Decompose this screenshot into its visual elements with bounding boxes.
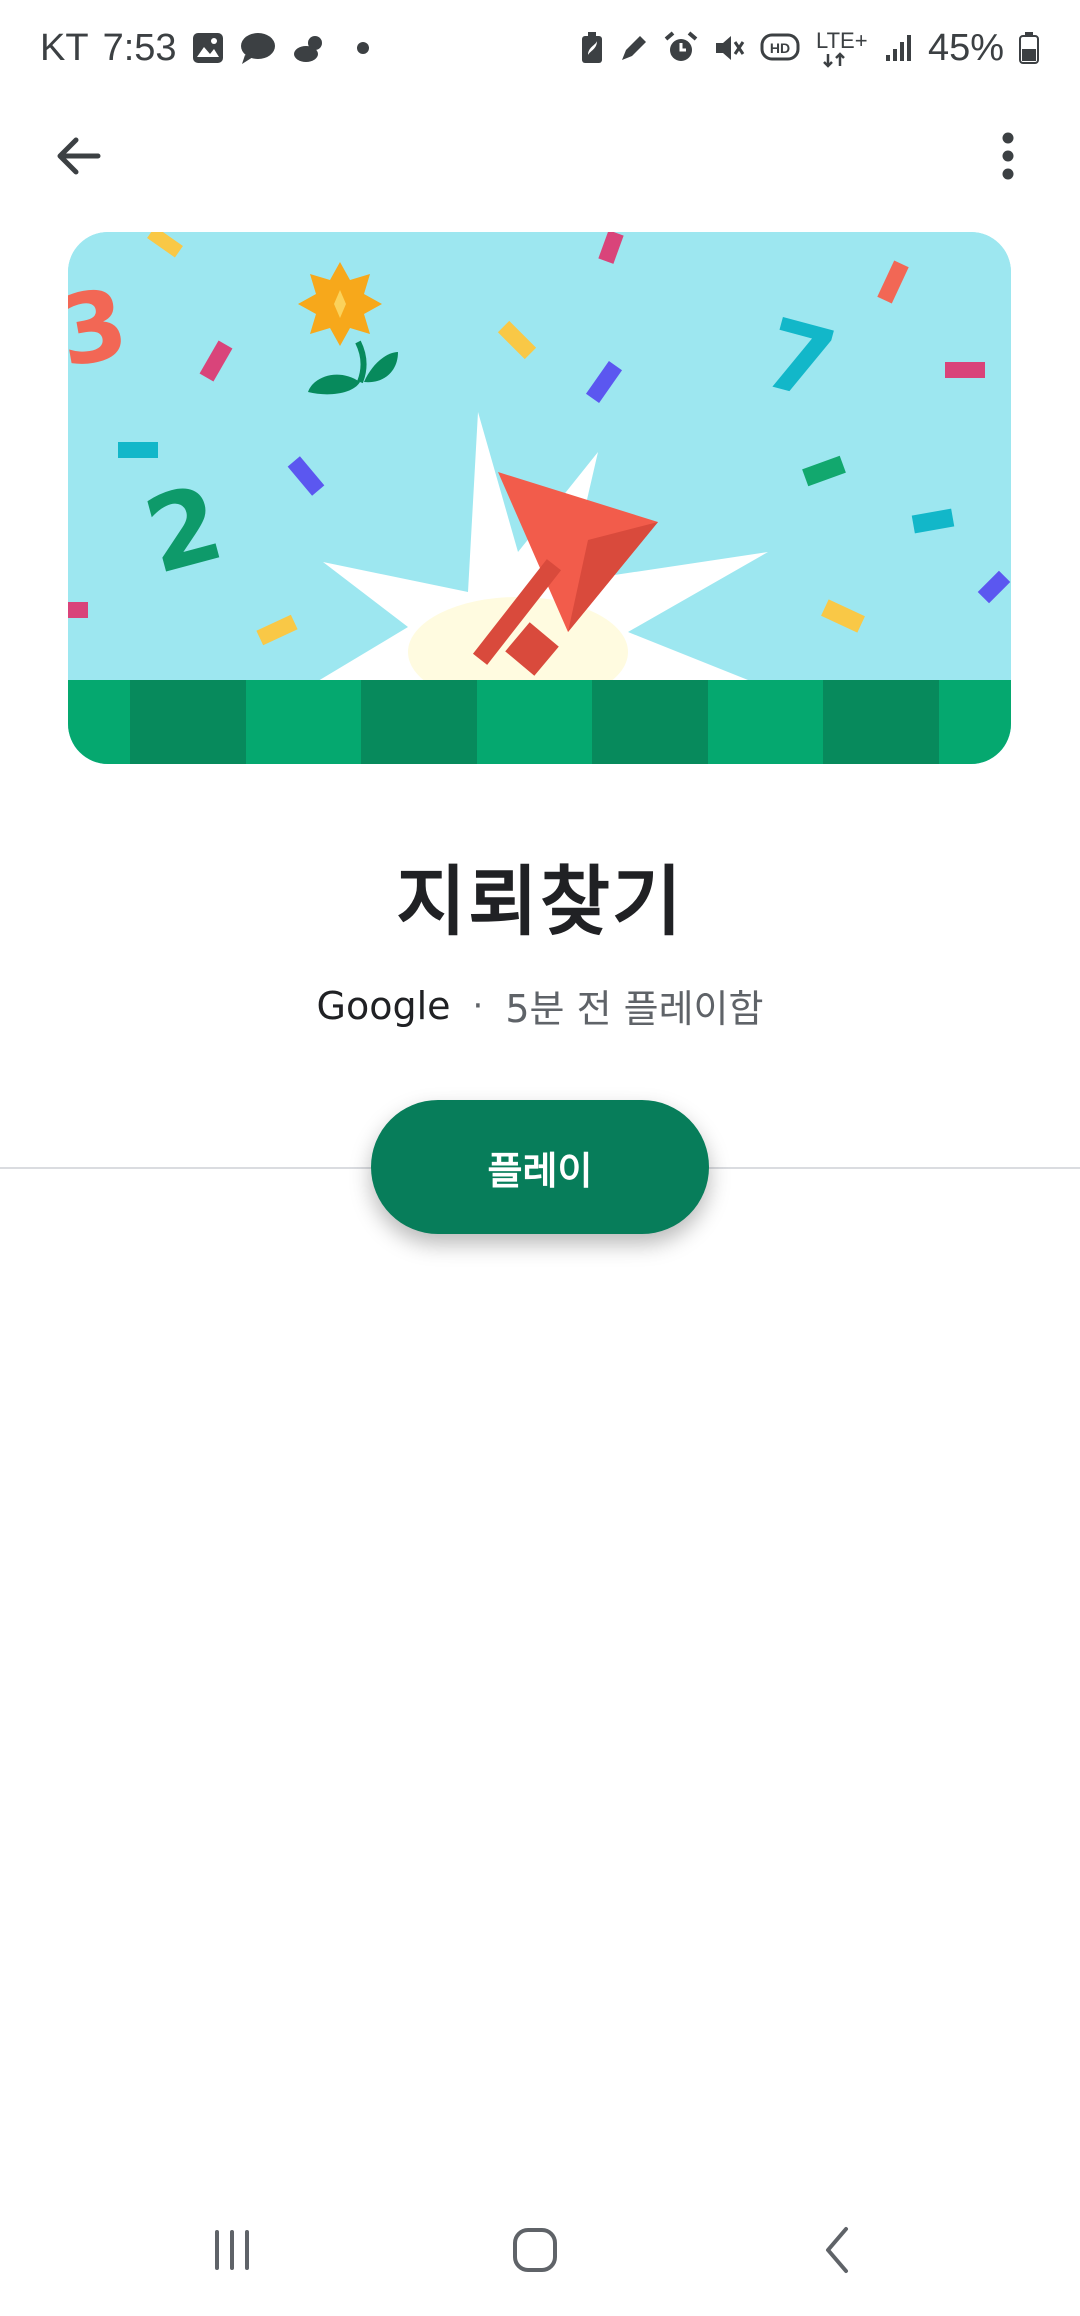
battery-icon: [1018, 31, 1040, 65]
arrow-back-icon: [57, 137, 101, 175]
back-button[interactable]: [46, 124, 110, 188]
more-vert-icon: [1002, 132, 1014, 180]
meta-separator: ·: [472, 985, 484, 1026]
minesweeper-illustration: 3 2 7: [68, 232, 1011, 764]
last-played-text: 5분 전 플레이함: [505, 987, 764, 1031]
dot-icon: [356, 42, 369, 54]
mute-icon: [712, 31, 746, 65]
home-icon: [513, 2228, 557, 2272]
publisher-name[interactable]: Google: [317, 984, 451, 1028]
carrier-label: KT: [40, 26, 89, 69]
status-bar-right: HD LTE+ 45%: [580, 27, 1040, 70]
game-banner: 3 2 7: [68, 232, 1011, 764]
signal-icon: [884, 33, 914, 63]
hd-voice-icon: HD: [760, 32, 800, 64]
clock: 7:53: [102, 26, 177, 69]
battery-saver-icon: [580, 31, 604, 65]
system-back-button[interactable]: [788, 2220, 888, 2280]
status-bar-left: KT 7:53: [40, 27, 369, 70]
back-icon: [826, 2227, 848, 2273]
game-title: 지뢰찾기: [396, 857, 684, 946]
battery-percent: 45%: [927, 26, 1004, 69]
game-meta: Google · 5분 전 플레이함: [0, 978, 1080, 1033]
gallery-icon: [191, 31, 225, 65]
svg-text:LTE+: LTE+: [816, 28, 868, 53]
grass-tiles: [68, 680, 1011, 764]
recent-apps-icon: [215, 2230, 249, 2270]
status-bar: KT 7:53 HD LTE+ 45%: [0, 0, 1080, 96]
chat-icon: [239, 31, 277, 65]
recent-apps-button[interactable]: [182, 2220, 282, 2280]
top-app-bar: [0, 110, 1080, 200]
play-button[interactable]: 플레이: [371, 1100, 709, 1234]
more-options-button[interactable]: [976, 124, 1040, 188]
system-nav-bar: [0, 2200, 1080, 2316]
pen-icon: [618, 32, 650, 64]
svg-text:HD: HD: [770, 40, 790, 56]
alarm-icon: [664, 31, 698, 65]
home-button[interactable]: [485, 2220, 585, 2280]
weather-icon: [291, 31, 329, 65]
lte-icon: LTE+: [814, 28, 870, 68]
